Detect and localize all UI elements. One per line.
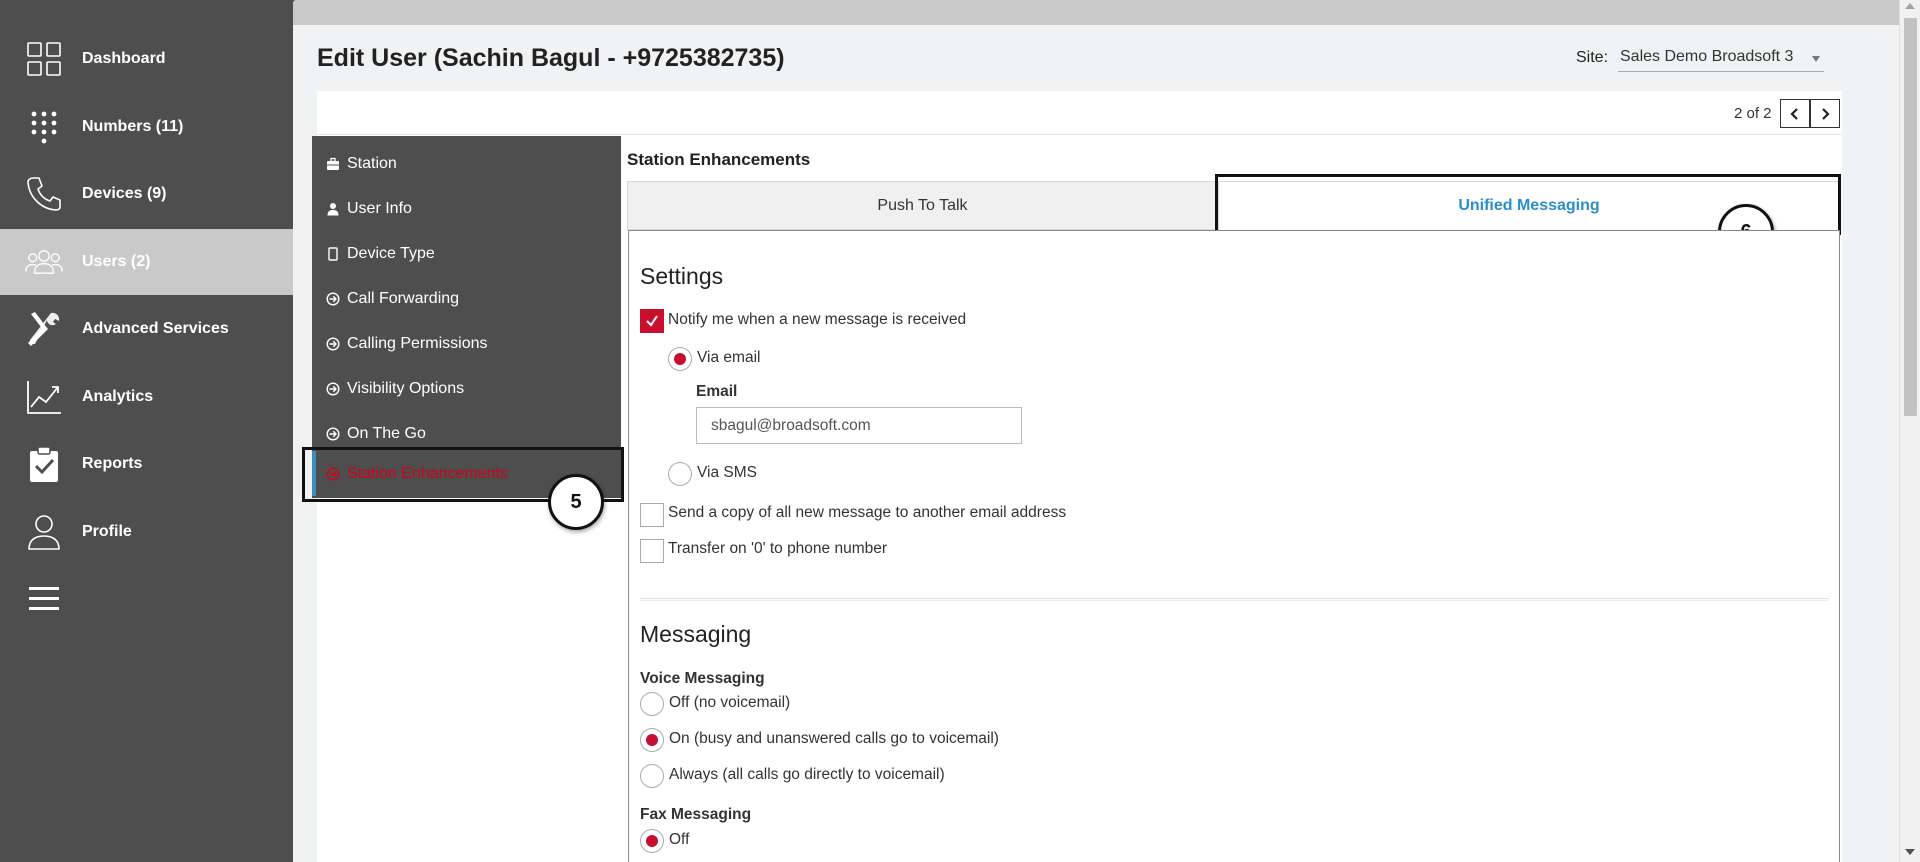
- device-icon: [326, 246, 340, 261]
- nav-item-devices[interactable]: Devices (9): [0, 161, 293, 227]
- voice-off-label: Off (no voicemail): [669, 694, 791, 711]
- submenu-label-station: Station: [347, 154, 397, 172]
- messaging-heading: Messaging: [640, 621, 752, 647]
- notify-checkbox[interactable]: [640, 309, 664, 333]
- submenu-label-user-info: User Info: [347, 199, 412, 217]
- nav-label-devices: Devices (9): [82, 185, 167, 202]
- voice-on-radio[interactable]: [640, 728, 664, 752]
- scroll-thumb[interactable]: [1904, 18, 1917, 416]
- site-select-value: Sales Demo Broadsoft 3: [1620, 48, 1794, 65]
- chevron-left-icon: [1790, 107, 1798, 120]
- grid-icon: [24, 39, 64, 79]
- via-sms-label: Via SMS: [697, 464, 758, 481]
- tab-push-to-talk[interactable]: Push To Talk: [627, 181, 1218, 230]
- site-label: Site:: [1576, 49, 1609, 66]
- pager-text: 2 of 2: [1734, 105, 1772, 122]
- nav-item-numbers[interactable]: Numbers (11): [0, 94, 293, 160]
- nav-label-profile: Profile: [82, 523, 132, 540]
- nav-label-dashboard: Dashboard: [82, 50, 166, 67]
- transfer-checkbox[interactable]: [640, 539, 664, 563]
- user-submenu: Station User Info Device Type Call Forwa…: [312, 136, 621, 498]
- via-email-radio[interactable]: [668, 347, 692, 371]
- submenu-item-station[interactable]: Station: [312, 141, 621, 186]
- clipboard-check-icon: [24, 444, 64, 484]
- submenu-label-call-forwarding: Call Forwarding: [347, 289, 460, 307]
- person-icon: [326, 202, 340, 216]
- submenu-item-device-type[interactable]: Device Type: [312, 231, 621, 276]
- email-field[interactable]: [696, 407, 1022, 444]
- voice-on-label: On (busy and unanswered calls go to voic…: [669, 730, 999, 747]
- send-copy-label: Send a copy of all new message to anothe…: [668, 504, 1067, 521]
- fax-off-radio[interactable]: [640, 829, 664, 853]
- panel-divider: [317, 134, 1842, 135]
- submenu-label-on-the-go: On The Go: [347, 424, 426, 442]
- submenu-label-device-type: Device Type: [347, 244, 435, 262]
- callout-badge-5: 5: [548, 474, 604, 530]
- via-email-label: Via email: [697, 349, 761, 366]
- briefcase-icon: [326, 157, 340, 171]
- voice-messaging-label: Voice Messaging: [640, 670, 765, 687]
- users-icon: [24, 242, 64, 282]
- section-title: Station Enhancements: [627, 150, 811, 169]
- fax-off-label: Off: [669, 831, 690, 848]
- nav-label-reports: Reports: [82, 455, 143, 472]
- tools-icon: [24, 309, 64, 349]
- settings-heading: Settings: [640, 263, 724, 289]
- email-label: Email: [696, 383, 738, 400]
- next-button[interactable]: [1810, 99, 1840, 128]
- previous-button[interactable]: [1780, 99, 1810, 128]
- nav-item-advanced-services[interactable]: Advanced Services: [0, 296, 293, 362]
- circle-arrow-icon: [326, 381, 340, 396]
- nav-item-profile[interactable]: Profile: [0, 499, 293, 565]
- checkmark-icon: [646, 315, 658, 327]
- transfer-label: Transfer on '0' to phone number: [668, 540, 888, 557]
- voice-always-radio[interactable]: [640, 764, 664, 788]
- chevron-right-icon: [1822, 107, 1830, 120]
- page-title: Edit User (Sachin Bagul - +9725382735): [317, 44, 785, 72]
- chart-icon: [24, 377, 64, 417]
- send-copy-checkbox[interactable]: [640, 503, 664, 527]
- hamburger-icon: [24, 579, 64, 619]
- nav-item-analytics[interactable]: Analytics: [0, 364, 293, 430]
- circle-arrow-icon: [326, 426, 340, 441]
- notify-label: Notify me when a new message is received: [668, 311, 967, 328]
- submenu-label-visibility-options: Visibility Options: [347, 379, 465, 397]
- phone-icon: [24, 174, 64, 214]
- site-select[interactable]: Sales Demo Broadsoft 3: [1618, 46, 1824, 72]
- submenu-item-call-forwarding[interactable]: Call Forwarding: [312, 276, 621, 321]
- voice-off-radio[interactable]: [640, 692, 664, 716]
- circle-arrow-icon: [326, 291, 340, 306]
- nav-item-reports[interactable]: Reports: [0, 431, 293, 497]
- submenu-item-calling-permissions[interactable]: Calling Permissions: [312, 321, 621, 366]
- nav-item-dashboard[interactable]: Dashboard: [0, 26, 293, 92]
- nav-label-advanced-services: Advanced Services: [82, 320, 229, 337]
- keypad-icon: [24, 107, 64, 147]
- voice-always-label: Always (all calls go directly to voicema…: [669, 766, 945, 783]
- submenu-item-visibility-options[interactable]: Visibility Options: [312, 366, 621, 411]
- submenu-item-user-info[interactable]: User Info: [312, 186, 621, 231]
- scroll-up-arrow-icon[interactable]: [1905, 3, 1915, 9]
- page-scrollbar[interactable]: [1899, 0, 1920, 862]
- nav-label-numbers: Numbers (11): [82, 118, 184, 135]
- top-bar-notch: [270, 0, 295, 25]
- scroll-down-arrow-icon[interactable]: [1905, 849, 1915, 855]
- via-sms-radio[interactable]: [668, 462, 692, 486]
- nav-label-users: Users (2): [82, 253, 151, 270]
- person-icon: [24, 512, 64, 552]
- top-bar: [293, 0, 1899, 25]
- section-divider: [640, 598, 1829, 601]
- nav-label-analytics: Analytics: [82, 388, 154, 405]
- caret-down-icon: [1812, 56, 1820, 62]
- sidebar-nav: Dashboard Numbers (11) Devices (9) Users…: [0, 0, 293, 862]
- nav-item-users[interactable]: Users (2): [0, 229, 293, 295]
- fax-messaging-label: Fax Messaging: [640, 806, 752, 823]
- submenu-label-calling-permissions: Calling Permissions: [347, 334, 488, 352]
- menu-toggle-button[interactable]: [0, 566, 293, 632]
- circle-arrow-icon: [326, 336, 340, 351]
